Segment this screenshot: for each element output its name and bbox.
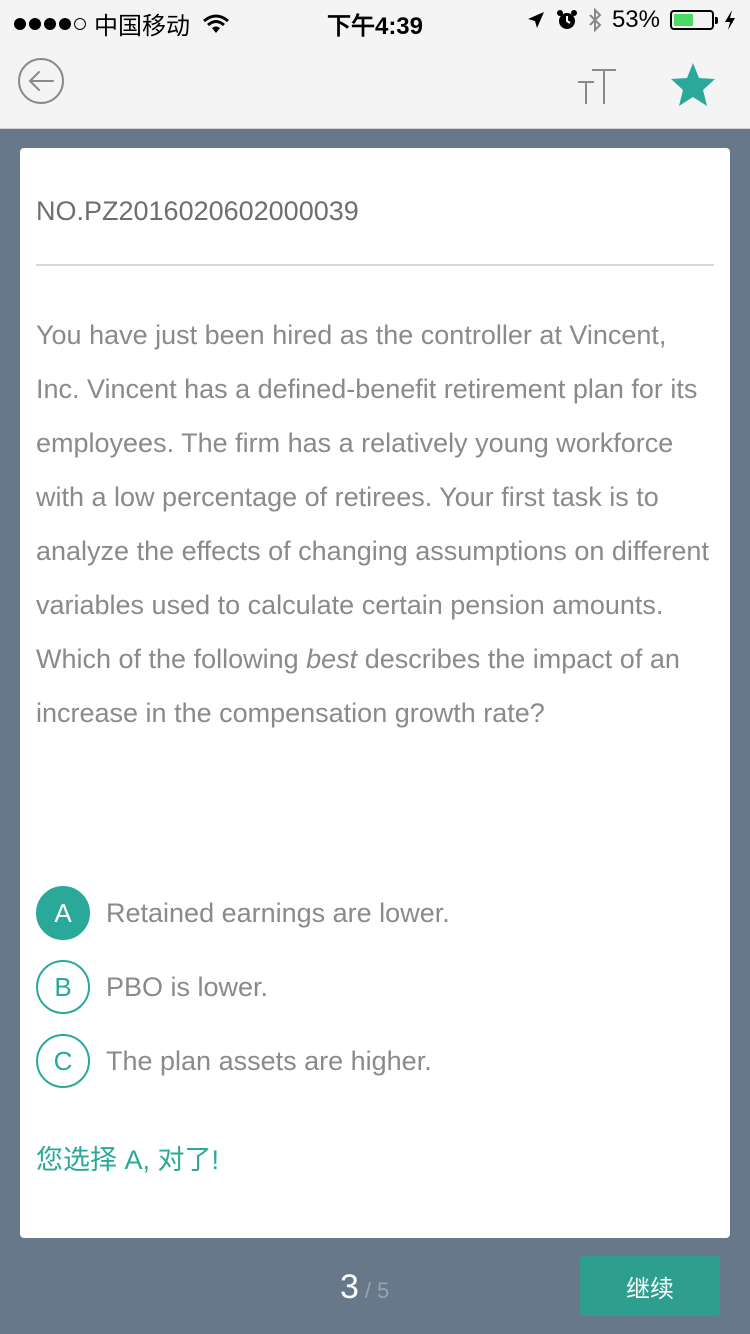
text-size-icon bbox=[578, 69, 616, 104]
page-separator: / bbox=[364, 1278, 372, 1303]
arrow-left-icon bbox=[18, 58, 64, 104]
option-a-text: Retained earnings are lower. bbox=[106, 897, 450, 928]
option-a[interactable]: A Retained earnings are lower. bbox=[36, 886, 450, 940]
question-id: NO.PZ2016020602000039 bbox=[36, 196, 359, 226]
page-indicator: 3/5 bbox=[340, 1268, 389, 1307]
question-prompt: Which of the following best describes th… bbox=[36, 632, 716, 740]
battery-percent: 53% bbox=[611, 6, 660, 33]
answer-result: 您选择 A, 对了! bbox=[36, 1145, 220, 1175]
question-text: You have just been hired as the controll… bbox=[36, 308, 716, 740]
alarm-icon bbox=[556, 10, 577, 29]
question-stem: You have just been hired as the controll… bbox=[36, 320, 709, 620]
option-b[interactable]: B PBO is lower. bbox=[36, 960, 268, 1014]
favorite-button[interactable] bbox=[668, 60, 718, 110]
option-a-marker: A bbox=[36, 886, 90, 940]
status-bar: 中国移动 下午4:39 53% bbox=[0, 0, 750, 40]
option-c-marker: C bbox=[36, 1034, 90, 1088]
back-button[interactable] bbox=[17, 57, 65, 105]
nav-bar bbox=[0, 40, 750, 129]
prompt-before: Which of the following bbox=[36, 644, 307, 674]
current-page: 3 bbox=[340, 1268, 359, 1306]
total-pages: 5 bbox=[377, 1278, 390, 1303]
star-icon bbox=[671, 63, 715, 106]
battery-icon bbox=[670, 10, 718, 30]
question-card: NO.PZ2016020602000039 You have just been… bbox=[20, 148, 730, 1238]
charging-icon bbox=[725, 10, 735, 30]
option-c[interactable]: C The plan assets are higher. bbox=[36, 1034, 432, 1088]
option-b-marker: B bbox=[36, 960, 90, 1014]
option-c-text: The plan assets are higher. bbox=[106, 1045, 432, 1076]
bluetooth-icon bbox=[589, 8, 602, 32]
prompt-emphasis: best bbox=[306, 644, 358, 674]
divider bbox=[36, 264, 714, 266]
status-indicators: 53% bbox=[526, 6, 736, 34]
font-size-button[interactable] bbox=[574, 64, 620, 106]
option-b-text: PBO is lower. bbox=[106, 971, 269, 1002]
continue-button[interactable]: 继续 bbox=[580, 1256, 720, 1316]
location-arrow-icon bbox=[527, 12, 544, 28]
